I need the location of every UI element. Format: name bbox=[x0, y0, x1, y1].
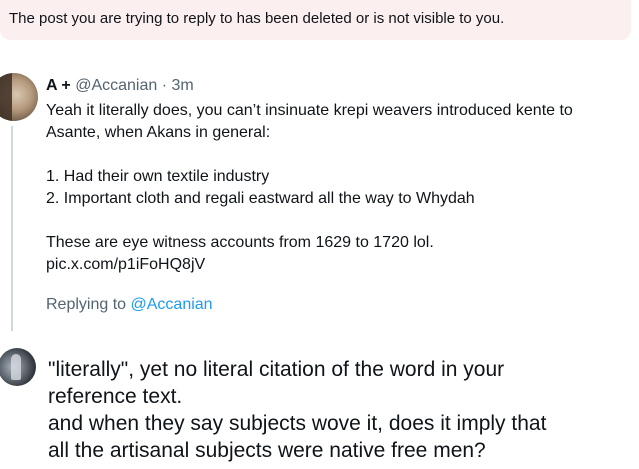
post-body-line: Asante, when Akans in general: bbox=[46, 124, 271, 141]
header-separator: · bbox=[161, 77, 168, 94]
current-user-avatar[interactable] bbox=[0, 348, 36, 386]
replying-to-label: Replying to bbox=[46, 296, 127, 313]
author-avatar[interactable] bbox=[0, 73, 38, 121]
reply-line: reference text. bbox=[48, 385, 183, 408]
post-body: Yeah it literally does, you can’t insinu… bbox=[46, 100, 636, 276]
post-timestamp[interactable]: 3m bbox=[172, 77, 194, 94]
reply-line: "literally", yet no literal citation of … bbox=[48, 358, 505, 381]
post-list-item: 2. Important cloth and regali eastward a… bbox=[46, 190, 475, 207]
avatar-figure bbox=[11, 354, 21, 380]
deleted-post-notice-text: The post you are trying to reply to has … bbox=[9, 10, 505, 27]
reply-line: and when they say subjects wove it, does… bbox=[48, 412, 547, 435]
post-header: A + @Accanian · 3m bbox=[46, 77, 194, 95]
reply-line: all the artisanal subjects were native f… bbox=[48, 439, 486, 462]
author-handle[interactable]: @Accanian bbox=[75, 77, 157, 94]
thread-connector-line bbox=[11, 126, 13, 331]
replying-to-mention[interactable]: @Accanian bbox=[131, 296, 213, 313]
reply-composer-text[interactable]: "literally", yet no literal citation of … bbox=[48, 356, 638, 464]
author-name[interactable]: A + bbox=[46, 77, 71, 94]
replying-to: Replying to @Accanian bbox=[46, 296, 213, 314]
post-body-line: Yeah it literally does, you can’t insinu… bbox=[46, 102, 573, 119]
post-body-line: These are eye witness accounts from 1629… bbox=[46, 234, 434, 251]
post-list-item: 1. Had their own textile industry bbox=[46, 168, 270, 185]
avatar-shade bbox=[0, 73, 12, 121]
deleted-post-notice: The post you are trying to reply to has … bbox=[0, 0, 631, 40]
pic-link[interactable]: pic.x.com/p1iFoHQ8jV bbox=[46, 254, 636, 276]
